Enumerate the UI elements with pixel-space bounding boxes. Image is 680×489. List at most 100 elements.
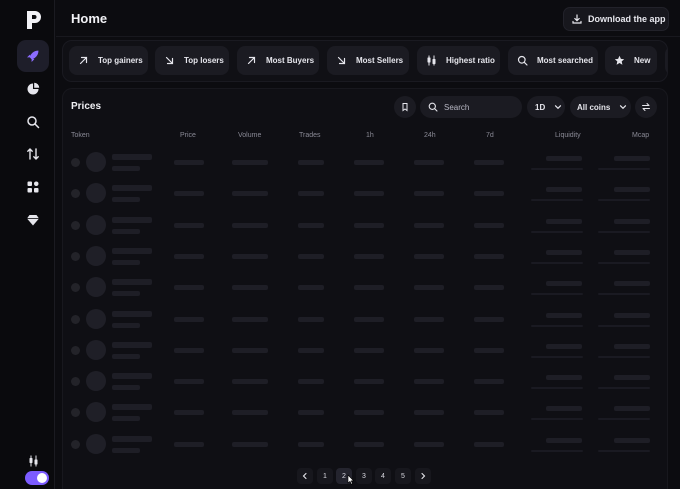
skeleton-token-symbol — [112, 353, 140, 359]
filter-label: Top losers — [184, 56, 224, 65]
filter-new[interactable]: New — [605, 46, 657, 75]
column-header-24h[interactable]: 24h — [424, 132, 436, 139]
skeleton-change-7d — [474, 379, 504, 385]
skeleton-price — [174, 285, 204, 291]
skeleton-change-1h — [354, 160, 384, 165]
skeleton-trades — [298, 160, 324, 165]
skeleton-liquidity — [546, 156, 582, 161]
logo-icon[interactable] — [24, 10, 42, 30]
column-header-liquidity[interactable]: Liquidity — [555, 132, 581, 139]
filter-overflow-chip[interactable] — [665, 46, 667, 75]
skeleton-price — [174, 347, 204, 353]
pagination-prev-button[interactable] — [297, 468, 313, 484]
skeleton-trades — [298, 441, 324, 447]
sidebar-item-home[interactable] — [17, 40, 49, 72]
column-header-7d[interactable]: 7d — [486, 132, 494, 139]
skeleton-trades — [298, 347, 324, 353]
skeleton-volume — [232, 316, 268, 322]
filter-most-sellers[interactable]: Most Sellers — [327, 46, 409, 75]
column-header-token[interactable]: Token — [71, 132, 90, 139]
download-app-button[interactable]: Download the app — [563, 7, 669, 31]
skeleton-change-1h — [354, 379, 384, 385]
skeleton-trades — [298, 191, 324, 197]
pagination-page-1[interactable]: 1 — [317, 468, 333, 484]
pagination-page-4[interactable]: 4 — [375, 468, 391, 484]
skeleton-token-name — [112, 154, 152, 160]
coins-filter-select[interactable]: All coins — [570, 96, 631, 118]
skeleton-favorite — [71, 251, 80, 261]
pagination-next-button[interactable] — [415, 468, 431, 484]
timeframe-select[interactable]: 1D — [527, 96, 565, 118]
gem-icon — [27, 215, 39, 226]
arrow-up-right-icon — [247, 56, 256, 65]
column-header-volume[interactable]: Volume — [238, 132, 261, 139]
skeleton-token-symbol — [112, 447, 140, 453]
sidebar-item-apps[interactable] — [17, 171, 49, 203]
skeleton-token-logo — [86, 214, 106, 235]
skeleton-favorite — [71, 345, 80, 355]
skeleton-mcap — [614, 343, 650, 349]
toggle-knob — [37, 473, 47, 483]
column-header-trades[interactable]: Trades — [299, 132, 321, 139]
skeleton-token-symbol — [112, 416, 140, 422]
sidebar-item-swap[interactable] — [17, 138, 49, 170]
skeleton-liquidity-bar — [531, 293, 583, 296]
skeleton-liquidity — [546, 312, 582, 318]
skeleton-change-1h — [354, 316, 384, 322]
theme-toggle[interactable] — [25, 471, 49, 485]
skeleton-change-1h — [354, 441, 384, 447]
search-box[interactable] — [420, 96, 522, 118]
arrow-up-right-icon — [79, 56, 88, 65]
sidebar-item-portfolio[interactable] — [17, 73, 49, 105]
search-icon — [428, 102, 438, 112]
bookmark-icon — [402, 103, 408, 112]
filter-top-losers[interactable]: Top losers — [155, 46, 229, 75]
filter-highest-ratio[interactable]: Highest ratio — [417, 46, 500, 75]
mouse-cursor-icon — [347, 474, 354, 485]
skeleton-liquidity — [546, 249, 582, 255]
filter-most-searched[interactable]: Most searched — [508, 46, 598, 75]
skeleton-favorite — [71, 158, 80, 167]
watchlist-button[interactable] — [394, 96, 416, 118]
candles-icon — [427, 55, 436, 66]
grid-icon — [27, 181, 39, 193]
sort-toggle-button[interactable] — [635, 96, 657, 118]
skeleton-trades — [298, 222, 324, 228]
swap-icon — [27, 148, 39, 160]
skeleton-token-name — [112, 341, 152, 348]
skeleton-liquidity-bar — [531, 449, 583, 452]
column-header-1h[interactable]: 1h — [366, 132, 374, 139]
skeleton-mcap-bar — [598, 230, 650, 233]
skeleton-trades — [298, 379, 324, 385]
skeleton-mcap — [614, 312, 650, 318]
column-header-mcap[interactable]: Mcap — [632, 132, 649, 139]
sidebar-item-rewards[interactable] — [17, 204, 49, 236]
skeleton-liquidity — [546, 375, 582, 381]
skeleton-token-logo — [86, 308, 106, 329]
skeleton-change-1h — [354, 285, 384, 291]
filter-top-gainers[interactable]: Top gainers — [69, 46, 148, 75]
skeleton-liquidity-bar — [531, 324, 583, 327]
skeleton-token-symbol — [112, 166, 140, 171]
search-input[interactable] — [444, 102, 514, 112]
skeleton-mcap-bar — [598, 199, 650, 202]
skeleton-change-7d — [474, 285, 504, 291]
sidebar-item-search[interactable] — [17, 106, 49, 138]
prices-title: Prices — [71, 101, 102, 112]
filter-label: Most searched — [537, 56, 594, 65]
skeleton-volume — [232, 379, 268, 385]
filter-most-buyers[interactable]: Most Buyers — [237, 46, 319, 75]
pagination-page-3[interactable]: 3 — [356, 468, 372, 484]
skeleton-change-1h — [354, 410, 384, 416]
candles-icon[interactable] — [28, 455, 39, 467]
pagination-page-5[interactable]: 5 — [395, 468, 411, 484]
column-header-price[interactable]: Price — [180, 132, 196, 139]
skeleton-token-name — [112, 310, 152, 317]
header-divider — [56, 36, 680, 37]
filter-label: Top gainers — [98, 56, 143, 65]
skeleton-volume — [232, 347, 268, 353]
skeleton-trades — [298, 316, 324, 322]
skeleton-change-24h — [414, 222, 444, 228]
skeleton-change-1h — [354, 191, 384, 197]
skeleton-liquidity — [546, 437, 582, 443]
